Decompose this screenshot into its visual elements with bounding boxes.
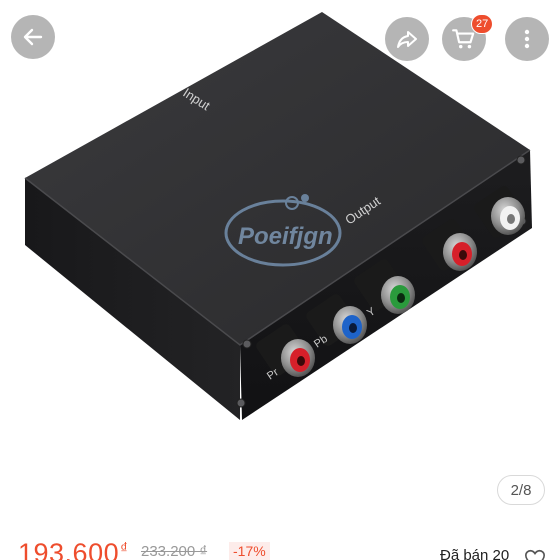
product-image-gallery[interactable]: Input Output Pr Pb Y Poeifjgn 27 2/8: [0, 0, 560, 530]
gallery-page-indicator: 2/8: [497, 475, 545, 505]
discount-badge: -17%: [229, 542, 270, 560]
more-options-button[interactable]: [505, 17, 549, 61]
price-row: 193.600₫ 233.200 ₫ -17% Đã bán 20: [0, 530, 560, 560]
heart-outline-icon[interactable]: [524, 548, 546, 560]
currency-symbol: ₫: [120, 540, 129, 557]
watermark-text: Poeifjgn: [238, 223, 333, 250]
sold-count: Đã bán 20: [440, 547, 510, 560]
more-vertical-icon: [524, 29, 530, 49]
back-button[interactable]: [11, 15, 55, 59]
current-price: 193.600₫: [18, 538, 128, 560]
product-image: Input Output Pr Pb Y Poeifjgn: [24, 12, 532, 420]
share-icon: [397, 31, 417, 48]
price-value: 193.600: [18, 538, 120, 560]
original-price: 233.200 ₫: [141, 543, 208, 560]
arrow-left-icon: [23, 28, 43, 46]
share-button[interactable]: [385, 17, 429, 61]
cart-count-badge: 27: [471, 14, 494, 34]
